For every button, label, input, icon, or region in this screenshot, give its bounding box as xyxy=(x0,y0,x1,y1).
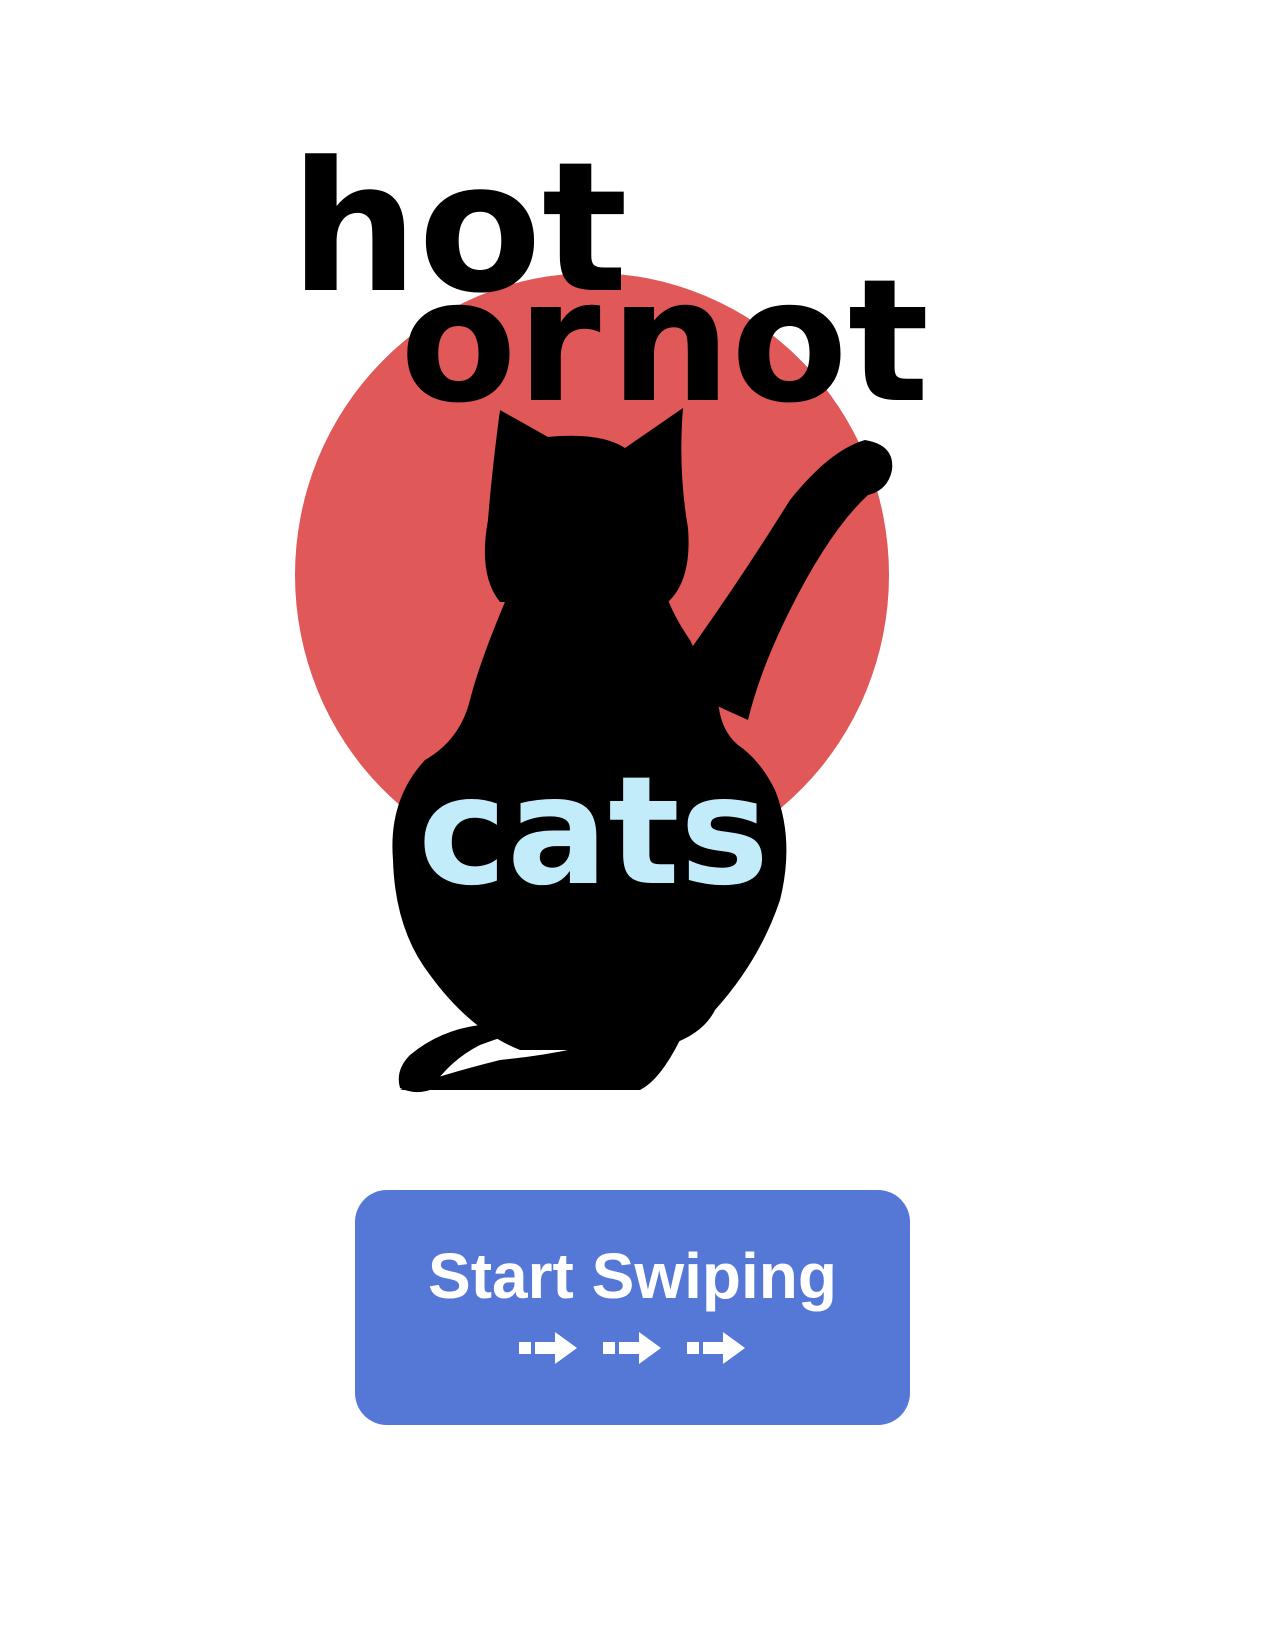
landing-page: hot or not cats Start Swiping xyxy=(0,0,1275,1650)
logo-word-not: not xyxy=(610,243,929,441)
arrow-row xyxy=(355,1330,910,1370)
logo-word-or: or xyxy=(400,243,601,441)
arrow-right-icon xyxy=(602,1332,661,1364)
start-swiping-label: Start Swiping xyxy=(428,1240,837,1312)
hot-or-not-cats-logo: hot or not cats xyxy=(0,0,1275,1110)
logo-word-cats: cats xyxy=(418,745,769,919)
arrow-right-icon xyxy=(686,1332,745,1364)
arrow-right-icon xyxy=(518,1332,577,1364)
start-swiping-button[interactable]: Start Swiping xyxy=(355,1190,910,1425)
